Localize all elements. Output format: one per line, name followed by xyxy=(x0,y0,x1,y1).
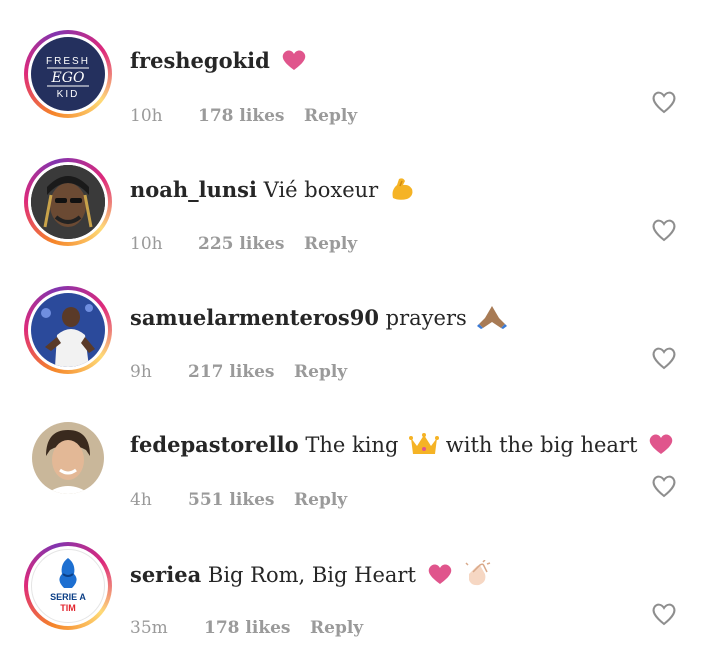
heart-icon xyxy=(281,49,307,76)
reply-button[interactable]: Reply xyxy=(304,106,357,126)
comment-username[interactable]: freshegokid xyxy=(130,48,270,73)
likes-count[interactable]: 551 likes xyxy=(188,490,275,510)
comment-time: 9h xyxy=(130,362,152,382)
heart-icon xyxy=(648,433,674,460)
avatar[interactable] xyxy=(24,414,112,502)
comment-text-line: freshegokid xyxy=(130,48,307,76)
svg-text:SERIE A: SERIE A xyxy=(50,592,86,602)
svg-text:KID: KID xyxy=(57,89,80,100)
like-heart-icon[interactable] xyxy=(651,346,677,370)
profile-photo xyxy=(32,422,104,494)
flexed-biceps-icon xyxy=(389,176,415,207)
reply-button[interactable]: Reply xyxy=(294,362,347,382)
avatar[interactable] xyxy=(24,158,112,246)
freshegokid-logo: FRESH EGO KID xyxy=(31,37,105,111)
comment-username[interactable]: samuelarmenteros90 xyxy=(130,305,379,330)
comment-time: 4h xyxy=(130,490,152,510)
comment-username[interactable]: noah_lunsi xyxy=(130,177,257,202)
likes-count[interactable]: 217 likes xyxy=(188,362,275,382)
comment-item: SERIE A TIM seriea Big Rom, Big Heart 35… xyxy=(0,542,720,670)
svg-text:FRESH: FRESH xyxy=(46,56,90,67)
serie-a-logo: SERIE A TIM xyxy=(31,549,105,623)
comment-text: The king xyxy=(305,433,399,457)
svg-text:EGO: EGO xyxy=(51,70,85,86)
crown-icon xyxy=(409,432,440,461)
comment-item: samuelarmenteros90 prayers 9h 217 likes … xyxy=(0,286,720,414)
comment-text: Vié boxeur xyxy=(263,178,379,202)
comment-text: Big Rom, Big Heart xyxy=(207,563,416,587)
comment-text-line: seriea Big Rom, Big Heart xyxy=(130,559,491,593)
comment-text-continued: with the big heart xyxy=(445,433,638,457)
comment-username[interactable]: seriea xyxy=(130,562,201,587)
likes-count[interactable]: 178 likes xyxy=(204,618,291,638)
like-heart-icon[interactable] xyxy=(651,602,677,626)
comment-text-line: noah_lunsi Vié boxeur xyxy=(130,176,415,207)
comment-text-line: fedepastorello The king with the big hea… xyxy=(130,432,674,461)
avatar[interactable] xyxy=(24,286,112,374)
likes-count[interactable]: 178 likes xyxy=(198,106,285,126)
comment-text-line: samuelarmenteros90 prayers xyxy=(130,304,508,335)
comment-item: fedepastorello The king with the big hea… xyxy=(0,414,720,542)
comment-item: noah_lunsi Vié boxeur 10h 225 likes Repl… xyxy=(0,158,720,286)
profile-photo xyxy=(31,165,105,239)
comment-time: 10h xyxy=(130,234,163,254)
folded-hands-icon xyxy=(477,304,508,335)
like-heart-icon[interactable] xyxy=(651,474,677,498)
like-heart-icon[interactable] xyxy=(651,90,677,114)
reply-button[interactable]: Reply xyxy=(304,234,357,254)
comment-item: FRESH EGO KID freshegokid 10h 178 likes … xyxy=(0,30,720,158)
clapping-hands-icon xyxy=(463,559,491,593)
svg-text:TIM: TIM xyxy=(60,603,76,613)
reply-button[interactable]: Reply xyxy=(310,618,363,638)
likes-count[interactable]: 225 likes xyxy=(198,234,285,254)
comment-time: 10h xyxy=(130,106,163,126)
profile-photo xyxy=(31,293,105,367)
avatar[interactable]: SERIE A TIM xyxy=(24,542,112,630)
comment-text: prayers xyxy=(385,306,467,330)
comment-username[interactable]: fedepastorello xyxy=(130,432,299,457)
avatar[interactable]: FRESH EGO KID xyxy=(24,30,112,118)
reply-button[interactable]: Reply xyxy=(294,490,347,510)
like-heart-icon[interactable] xyxy=(651,218,677,242)
heart-icon xyxy=(427,563,453,590)
comment-time: 35m xyxy=(130,618,168,638)
